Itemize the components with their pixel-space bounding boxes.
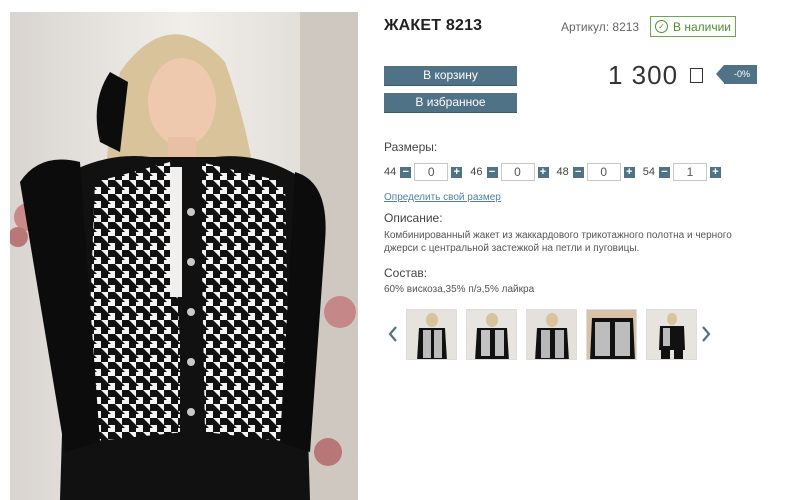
increase-button[interactable]: + xyxy=(451,166,463,178)
size-group-48: 48 − + xyxy=(557,163,635,181)
decrease-button[interactable]: − xyxy=(659,166,670,178)
description-label: Описание: xyxy=(384,211,443,225)
article-number: Артикул: 8213 xyxy=(561,20,640,34)
chevron-right-icon[interactable] xyxy=(701,325,711,343)
decrease-button[interactable]: − xyxy=(400,166,412,178)
gallery-thumbnail[interactable] xyxy=(526,309,577,360)
check-circle-icon: ✓ xyxy=(655,20,668,33)
stock-badge: ✓ В наличии xyxy=(650,16,736,37)
gallery-thumbnail[interactable] xyxy=(586,309,637,360)
increase-button[interactable]: + xyxy=(537,166,549,178)
size-selector: 44 − + 46 − + 48 − + 54 − + xyxy=(384,162,729,182)
increase-button[interactable]: + xyxy=(623,166,635,178)
ruble-icon xyxy=(690,68,703,83)
composition-text: 60% вискоза,35% п/э,5% лайкра xyxy=(384,284,535,295)
decrease-button[interactable]: − xyxy=(572,166,584,178)
size-group-54: 54 − + xyxy=(643,163,721,181)
increase-button[interactable]: + xyxy=(710,166,721,178)
size-group-44: 44 − + xyxy=(384,163,463,181)
gallery-thumbnail[interactable] xyxy=(466,309,517,360)
price: 1 300 xyxy=(608,60,679,90)
stock-label: В наличии xyxy=(673,19,732,34)
discount-badge: -0% xyxy=(715,65,758,84)
sizes-label: Размеры: xyxy=(384,140,438,154)
product-title: ЖАКЕТ 8213 xyxy=(384,17,483,34)
size-label: 44 xyxy=(384,166,397,178)
quantity-input[interactable] xyxy=(673,163,707,181)
decrease-button[interactable]: − xyxy=(486,166,498,178)
quantity-input[interactable] xyxy=(500,163,535,181)
size-guide-link[interactable]: Определить свой размер xyxy=(384,192,501,203)
composition-label: Состав: xyxy=(384,266,428,280)
add-to-favorites-button[interactable]: В избранное xyxy=(384,93,517,112)
quantity-input[interactable] xyxy=(586,163,621,181)
gallery-thumbnail[interactable] xyxy=(406,309,457,360)
gallery-thumbnail[interactable] xyxy=(646,309,697,360)
chevron-left-icon[interactable] xyxy=(388,325,398,343)
size-label: 48 xyxy=(556,166,569,178)
description-text: Комбинированный жакет из жаккардового тр… xyxy=(384,230,732,254)
add-to-cart-button[interactable]: В корзину xyxy=(384,66,517,85)
size-group-46: 46 − + xyxy=(470,163,549,181)
product-photo[interactable] xyxy=(10,12,358,500)
quantity-input[interactable] xyxy=(414,163,449,181)
size-label: 46 xyxy=(470,166,483,178)
size-label: 54 xyxy=(642,166,655,178)
